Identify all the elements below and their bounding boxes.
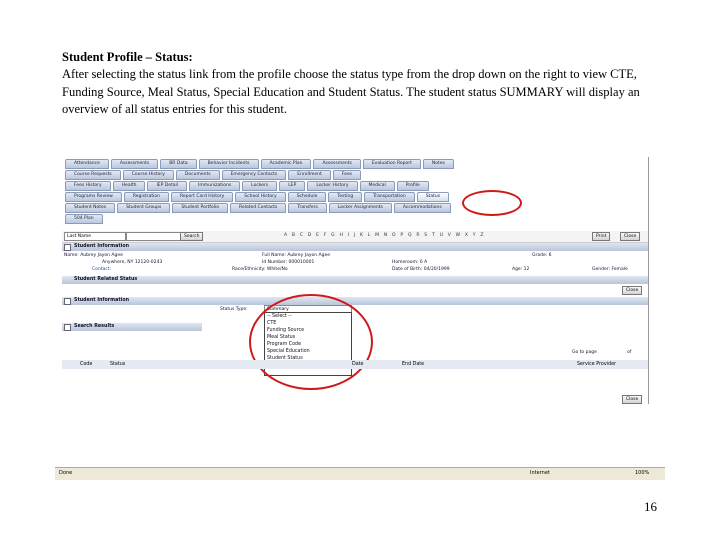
tab-locker-history[interactable]: Locker History: [307, 181, 358, 191]
column-service-provider: Service Provider: [577, 362, 617, 367]
tab-lockers[interactable]: Lockers: [242, 181, 278, 191]
tab-accommodations[interactable]: Accommodations: [393, 203, 451, 213]
tab-lep[interactable]: LEP: [279, 181, 306, 191]
column-end-date: End Date: [402, 362, 425, 367]
student-gender: Gender: Female: [592, 267, 628, 272]
column-date: Date: [352, 362, 364, 367]
student-homeroom: Homeroom: 6 A: [392, 260, 428, 265]
tab-br-data[interactable]: BR Data: [160, 159, 197, 169]
tab-504-plan[interactable]: 504 Plan: [65, 214, 103, 224]
tab-immunizations[interactable]: Immunizations: [189, 181, 241, 191]
tab-assessments[interactable]: Assessments: [313, 159, 361, 169]
status-tab-highlight: [462, 190, 522, 216]
tab-enrollment[interactable]: Enrollment: [288, 170, 331, 180]
search-button[interactable]: Search: [180, 232, 204, 241]
tab-locker-assignments[interactable]: Locker Assignments: [328, 203, 392, 213]
collapse-icon[interactable]: [64, 244, 71, 251]
alphabet-links[interactable]: A B C D E F G H I J K L M N O P Q R S T …: [284, 233, 485, 238]
tab-behavior-incidents[interactable]: Behavior Incidents: [198, 159, 259, 169]
highlight-circle: [249, 294, 373, 390]
tab-row-4: Programs Review Registration Report Card H…: [65, 192, 450, 202]
tab-row-3: Fees History Health IEP Detail Immunization…: [65, 181, 429, 191]
tab-student-groups[interactable]: Student Groups: [117, 203, 171, 213]
contact-link[interactable]: Contact:: [92, 267, 111, 272]
related-status-header: Student Related Status: [62, 276, 648, 284]
student-address: Anywhere, NY 12120-0243: [102, 260, 163, 265]
student-id: Id Number: 000010001: [262, 260, 315, 265]
tab-iep-detail[interactable]: IEP Detail: [147, 181, 188, 191]
tab-medical[interactable]: Medical: [359, 181, 395, 191]
tab-evaluation-report[interactable]: Evaluation Report: [362, 159, 421, 169]
tab-student-notes[interactable]: Student Notes: [65, 203, 116, 213]
paragraph: After selecting the status link from the…: [62, 67, 640, 116]
student-name: Name: Aubrey Jayon Agee: [64, 253, 123, 258]
tab-student-portfolio[interactable]: Student Portfolio: [172, 203, 229, 213]
search-input[interactable]: [126, 232, 182, 241]
tab-fees[interactable]: Fees: [332, 170, 361, 180]
tab-testing[interactable]: Testing: [328, 192, 363, 202]
student-race: Race/Ethnicity: White/No: [232, 267, 288, 272]
student-full-name: Full Name: Aubrey Jayon Agee: [262, 253, 331, 258]
close-button[interactable]: Close: [622, 286, 643, 295]
tab-profile[interactable]: Profile: [396, 181, 429, 191]
tab-notes[interactable]: Notes: [422, 159, 454, 169]
tab-attendance[interactable]: Attendance: [65, 159, 109, 169]
tab-documents[interactable]: Documents: [175, 170, 220, 180]
search-field-select[interactable]: Last Name: [64, 232, 126, 241]
column-status: Status: [110, 362, 126, 367]
search-results-header[interactable]: Search Results: [62, 323, 202, 331]
tab-row-2: Course Requests Course History Documents Em…: [65, 170, 361, 180]
page-number: 16: [644, 499, 657, 514]
pager-label: Go to page: [572, 350, 597, 355]
tab-transfers[interactable]: Transfers: [288, 203, 327, 213]
tab-course-history[interactable]: Course History: [122, 170, 174, 180]
print-button[interactable]: Print: [592, 232, 611, 241]
tab-assessments[interactable]: Assessments: [110, 159, 159, 169]
tab-school-history[interactable]: School History: [235, 192, 286, 202]
student-grade: Grade: 6: [532, 253, 552, 258]
browser-zone: Internet: [530, 470, 550, 476]
tab-emergency-contacts[interactable]: Emergency Contacts: [221, 170, 287, 180]
tab-registration[interactable]: Registration: [123, 192, 169, 202]
browser-status-bar: Done Internet 100%: [55, 467, 665, 480]
tab-row-1: Attendance Assessments BR Data Behavior Inc…: [65, 159, 454, 169]
close-button[interactable]: Close: [622, 395, 643, 404]
tab-row-5: Student Notes Student Groups Student Portf…: [65, 203, 451, 213]
tab-status[interactable]: Status: [416, 192, 450, 202]
student-dob: Date of Birth: 04/20/1999: [392, 267, 450, 272]
search-bar: Last Name Search A B C D E F G H I J K L…: [62, 231, 648, 243]
results-table-header: Code Status Date End Date Service Provid…: [62, 360, 648, 369]
tab-course-requests[interactable]: Course Requests: [65, 170, 121, 180]
collapse-icon[interactable]: [64, 324, 71, 331]
student-age: Age: 12: [512, 267, 530, 272]
pager-of: of: [627, 350, 632, 355]
tab-report-card-history[interactable]: Report Card History: [170, 192, 234, 202]
status-type-label: Status Type:: [220, 307, 248, 312]
tab-health[interactable]: Health: [112, 181, 146, 191]
student-info-header[interactable]: Student Information: [62, 243, 648, 251]
close-button[interactable]: Close: [620, 232, 641, 241]
tab-programs-review[interactable]: Programs Review: [65, 192, 122, 202]
tab-related-contacts[interactable]: Related Contacts: [230, 203, 287, 213]
heading: Student Profile – Status:: [62, 50, 193, 64]
tab-row-6: 504 Plan: [65, 214, 103, 224]
browser-status-text: Done: [59, 470, 73, 476]
collapse-icon[interactable]: [64, 298, 71, 305]
column-code: Code: [80, 362, 93, 367]
tab-schedule[interactable]: Schedule: [287, 192, 327, 202]
tab-fees-history[interactable]: Fees History: [65, 181, 111, 191]
browser-zoom[interactable]: 100%: [635, 470, 649, 476]
tab-transportation[interactable]: Transportation: [364, 192, 415, 202]
embedded-screenshot: Attendance Assessments BR Data Behavior Inc…: [62, 157, 649, 404]
tab-academic-plan[interactable]: Academic Plan: [260, 159, 312, 169]
status-info-header[interactable]: Student Information: [62, 297, 648, 305]
